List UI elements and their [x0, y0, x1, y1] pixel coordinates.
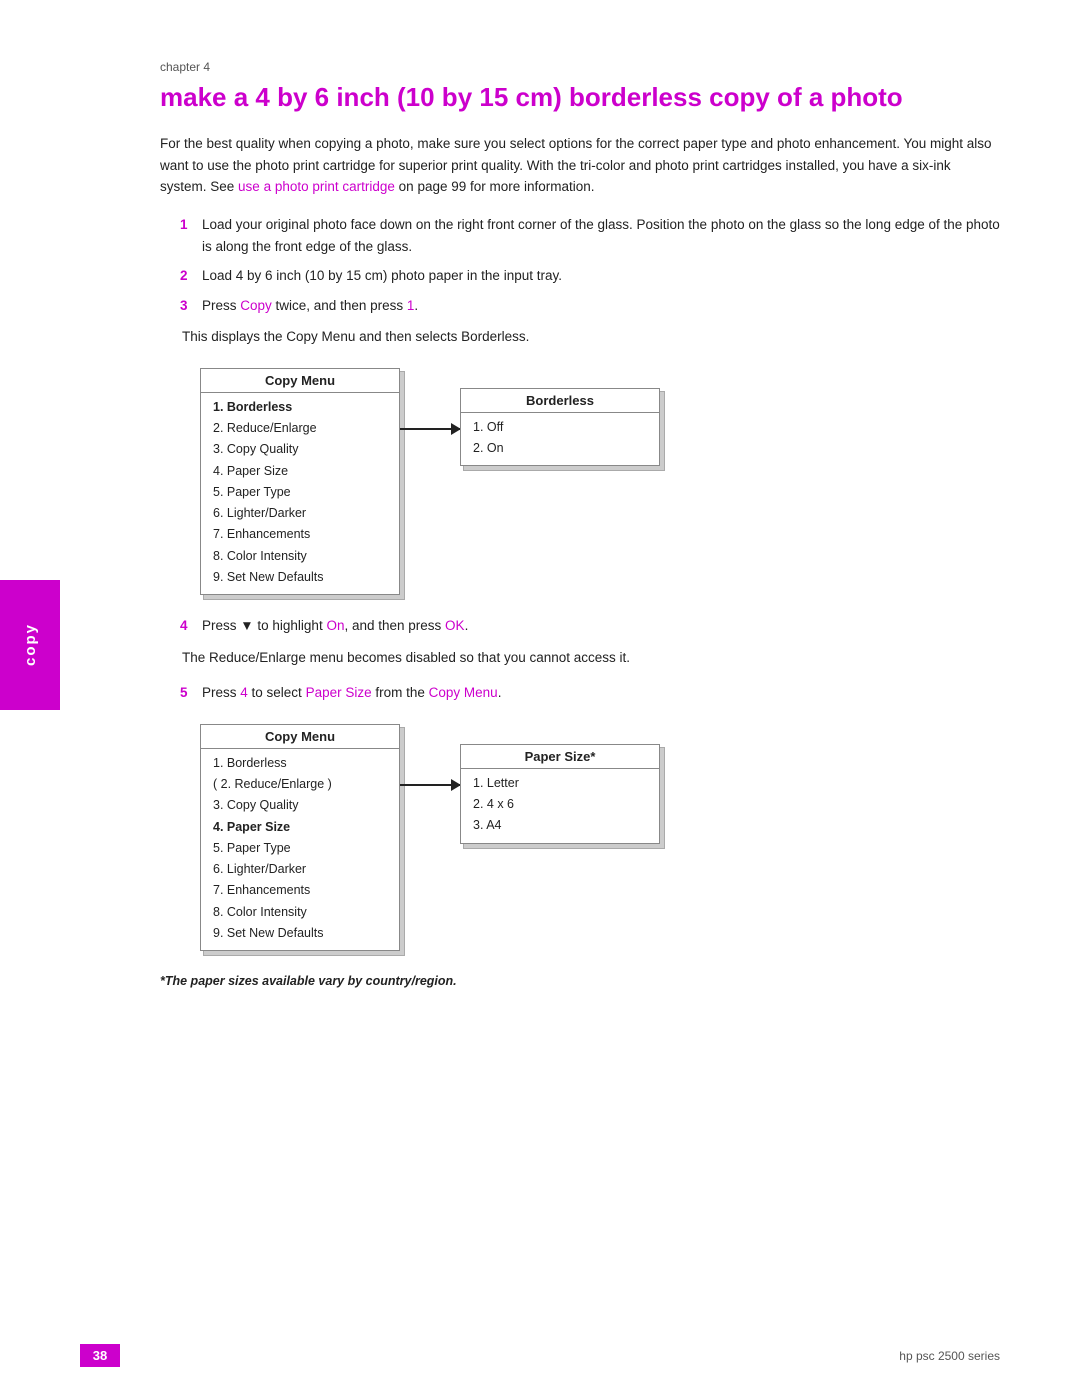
menu2-item-4: 5. Paper Type	[213, 838, 387, 859]
papersize-menu-header: Paper Size*	[461, 745, 659, 769]
step-5-prefix: Press	[202, 685, 240, 700]
step-5-link-4[interactable]: 4	[240, 685, 248, 700]
copy-menu-body-2: 1. Borderless ( 2. Reduce/Enlarge ) 3. C…	[201, 749, 399, 950]
footer: 38 hp psc 2500 series	[0, 1344, 1080, 1367]
menu1-item-8: 9. Set New Defaults	[213, 567, 387, 588]
sidebar-label: copy	[22, 623, 39, 666]
step-4-number: 4	[180, 615, 202, 637]
step-2-number: 2	[180, 265, 202, 287]
steps-list: 1 Load your original photo face down on …	[180, 214, 1000, 316]
menu1-item-7: 8. Color Intensity	[213, 546, 387, 567]
copy-menu-2: Copy Menu 1. Borderless ( 2. Reduce/Enla…	[200, 724, 400, 951]
intro-link[interactable]: use a photo print cartridge	[238, 179, 395, 194]
borderless-menu-box: Borderless 1. Off 2. On	[460, 388, 660, 467]
menu2-item-6: 7. Enhancements	[213, 880, 387, 901]
papersize-menu: Paper Size* 1. Letter 2. 4 x 6 3. A4	[460, 744, 660, 844]
menu1-item-6: 7. Enhancements	[213, 524, 387, 545]
step-4-sub: The Reduce/Enlarge menu becomes disabled…	[182, 647, 1000, 669]
step-5-middle: to select	[248, 685, 306, 700]
step-1-number: 1	[180, 214, 202, 236]
papersize-item-0: 1. Letter	[473, 773, 647, 794]
intro-suffix: on page 99 for more information.	[399, 179, 595, 194]
borderless-item-0: 1. Off	[473, 417, 647, 438]
step-5-number: 5	[180, 682, 202, 704]
copy-menu-header-2: Copy Menu	[201, 725, 399, 749]
papersize-menu-box: Paper Size* 1. Letter 2. 4 x 6 3. A4	[460, 744, 660, 844]
arrow-line-2	[400, 784, 460, 786]
arrow-2	[400, 784, 460, 786]
step-4-list: 4 Press ▼ to highlight On, and then pres…	[180, 615, 1000, 637]
step-3-number: 3	[180, 295, 202, 317]
menu2-item-8: 9. Set New Defaults	[213, 923, 387, 944]
arrow-1	[400, 428, 460, 430]
step-4-content: Press ▼ to highlight On, and then press …	[202, 615, 1000, 637]
step-4-prefix: Press	[202, 618, 240, 633]
step-3-link-copy[interactable]: Copy	[240, 298, 272, 313]
menu1-item-2: 3. Copy Quality	[213, 439, 387, 460]
page-title: make a 4 by 6 inch (10 by 15 cm) borderl…	[160, 82, 1000, 113]
papersize-menu-body: 1. Letter 2. 4 x 6 3. A4	[461, 769, 659, 843]
step-1-text: Load your original photo face down on th…	[202, 214, 1000, 257]
step-4-middle: to highlight	[254, 618, 327, 633]
papersize-item-1: 2. 4 x 6	[473, 794, 647, 815]
step-3-middle: twice, and then press	[272, 298, 407, 313]
menu1-item-0: 1. Borderless	[213, 397, 387, 418]
page-number: 38	[80, 1344, 120, 1367]
step-3-content: Press Copy twice, and then press 1.	[202, 295, 1000, 317]
step-3-suffix: .	[414, 298, 418, 313]
step-1: 1 Load your original photo face down on …	[180, 214, 1000, 257]
step-5-middle2: from the	[372, 685, 429, 700]
step-4-middle2: , and then press	[344, 618, 445, 633]
product-name: hp psc 2500 series	[899, 1349, 1000, 1363]
copy-menu-box-2: Copy Menu 1. Borderless ( 2. Reduce/Enla…	[200, 724, 400, 951]
arrow-line-1	[400, 428, 460, 430]
menu-container-2: Copy Menu 1. Borderless ( 2. Reduce/Enla…	[200, 724, 1000, 951]
step-3-prefix: Press	[202, 298, 240, 313]
chapter-label: chapter 4	[160, 60, 1000, 74]
menu1-item-5: 6. Lighter/Darker	[213, 503, 387, 524]
menu1-item-4: 5. Paper Type	[213, 482, 387, 503]
step-2: 2 Load 4 by 6 inch (10 by 15 cm) photo p…	[180, 265, 1000, 287]
borderless-menu-body: 1. Off 2. On	[461, 413, 659, 466]
step-3: 3 Press Copy twice, and then press 1.	[180, 295, 1000, 317]
menu-container-1: Copy Menu 1. Borderless 2. Reduce/Enlarg…	[200, 368, 1000, 595]
menu1-item-1: 2. Reduce/Enlarge	[213, 418, 387, 439]
copy-menu-header-1: Copy Menu	[201, 369, 399, 393]
menu2-item-5: 6. Lighter/Darker	[213, 859, 387, 880]
menu2-item-3: 4. Paper Size	[213, 817, 387, 838]
intro-paragraph: For the best quality when copying a phot…	[160, 133, 1000, 198]
sidebar-tab: copy	[0, 580, 60, 710]
step-4: 4 Press ▼ to highlight On, and then pres…	[180, 615, 1000, 637]
copy-menu-body-1: 1. Borderless 2. Reduce/Enlarge 3. Copy …	[201, 393, 399, 594]
step-5-link-copymenu[interactable]: Copy Menu	[429, 685, 498, 700]
copy-menu-1: Copy Menu 1. Borderless 2. Reduce/Enlarg…	[200, 368, 400, 595]
step-5-list: 5 Press 4 to select Paper Size from the …	[180, 682, 1000, 704]
menu2-item-1: ( 2. Reduce/Enlarge )	[213, 774, 387, 795]
step-5-content: Press 4 to select Paper Size from the Co…	[202, 682, 1000, 704]
menu2-item-7: 8. Color Intensity	[213, 902, 387, 923]
step-3-sub: This displays the Copy Menu and then sel…	[182, 326, 1000, 348]
step-5-link-papersize[interactable]: Paper Size	[306, 685, 372, 700]
step-5: 5 Press 4 to select Paper Size from the …	[180, 682, 1000, 704]
borderless-menu: Borderless 1. Off 2. On	[460, 388, 660, 467]
step-4-link-down: ▼	[240, 618, 253, 633]
page-container: copy chapter 4 make a 4 by 6 inch (10 by…	[0, 0, 1080, 1397]
borderless-item-1: 2. On	[473, 438, 647, 459]
menu2-item-2: 3. Copy Quality	[213, 795, 387, 816]
borderless-menu-header: Borderless	[461, 389, 659, 413]
copy-menu-box-1: Copy Menu 1. Borderless 2. Reduce/Enlarg…	[200, 368, 400, 595]
menu2-item-0: 1. Borderless	[213, 753, 387, 774]
step-5-suffix: .	[498, 685, 502, 700]
menu1-item-3: 4. Paper Size	[213, 461, 387, 482]
footnote: *The paper sizes available vary by count…	[160, 971, 1000, 991]
step-4-link-on[interactable]: On	[326, 618, 344, 633]
papersize-item-2: 3. A4	[473, 815, 647, 836]
step-2-text: Load 4 by 6 inch (10 by 15 cm) photo pap…	[202, 265, 1000, 287]
step-4-suffix: .	[465, 618, 469, 633]
step-4-link-ok[interactable]: OK	[445, 618, 465, 633]
